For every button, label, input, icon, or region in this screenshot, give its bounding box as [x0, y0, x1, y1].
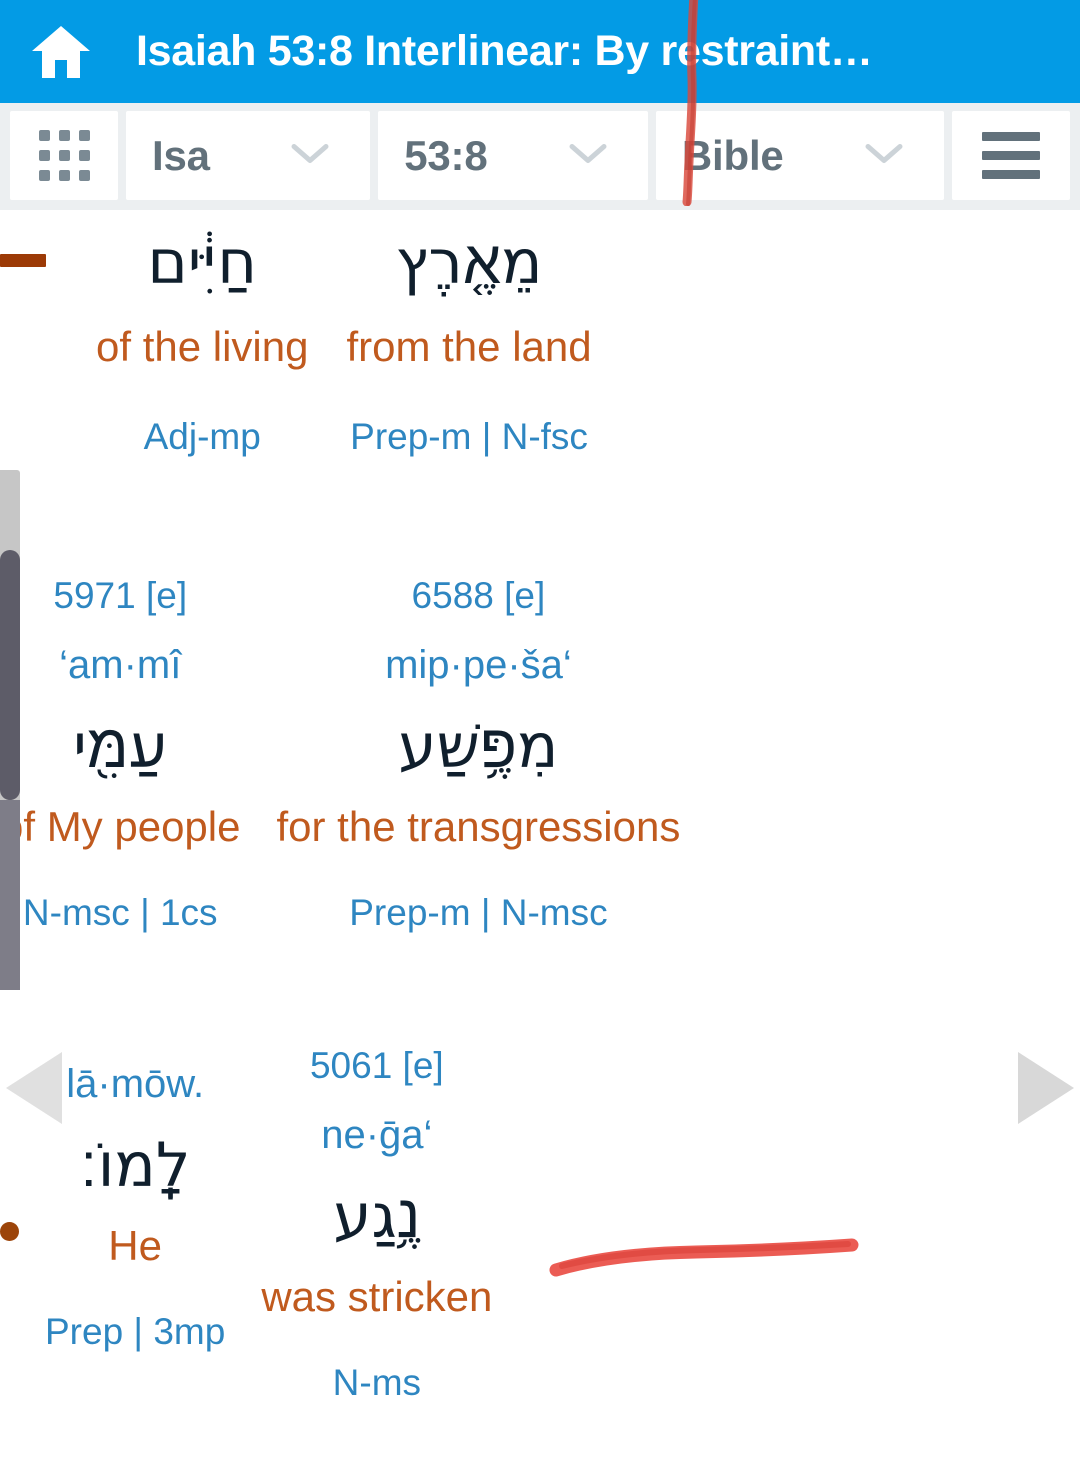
english-gloss: from the land [346, 323, 592, 371]
verse-selector[interactable]: 53:8 [378, 111, 648, 200]
strongs-number[interactable]: 5971 [e] [53, 570, 187, 621]
parsing-code[interactable]: N-ms [333, 1357, 421, 1408]
hebrew-word[interactable]: נֶ֥גַע [333, 1178, 420, 1256]
english-gloss: of My people [0, 802, 241, 850]
english-gloss: was stricken [261, 1272, 493, 1320]
triangle-left-icon [4, 1052, 70, 1134]
interlinear-app: Isaiah 53:8 Interlinear: By restraint… I… [0, 0, 1080, 1484]
hebrew-word[interactable]: עַמִּ֖י [73, 708, 167, 786]
next-verse-button[interactable] [1010, 1046, 1076, 1135]
hamburger-icon [982, 132, 1041, 179]
transliteration: mip·pe·ša‘ [385, 643, 572, 688]
parsing-code[interactable]: Adj-mp [144, 411, 261, 462]
book-selector-value: Isa [152, 131, 210, 179]
vertical-scrollbar[interactable] [0, 470, 20, 990]
interlinear-row: 6588 [e] mip·pe·ša‘ מִפֶּ֥שַׁע for the t… [0, 570, 1080, 938]
interlinear-row: 5061 [e] ne·ḡa‘ נֶ֥גַע was stricken N-ms… [0, 1040, 1080, 1408]
interlinear-row: מֵאֶ֤רֶץ from the land Prep-m | N-fsc חַ… [0, 224, 1080, 462]
previous-verse-button[interactable] [4, 1046, 70, 1135]
maqqef-dash-icon [0, 254, 46, 267]
toolbar: Isa 53:8 Bible [0, 103, 1080, 210]
parsing-code[interactable]: Prep | 3mp [45, 1306, 225, 1357]
maqqef-separator [0, 224, 46, 267]
strongs-number[interactable]: 5061 [e] [310, 1040, 444, 1091]
english-gloss: of the living [96, 323, 309, 371]
hebrew-word[interactable]: מִפֶּ֥שַׁע [398, 708, 558, 786]
title-bar: Isaiah 53:8 Interlinear: By restraint… [0, 0, 1080, 103]
transliteration: lā·mōw. [66, 1062, 205, 1106]
sof-pasuq-dot-icon [0, 1222, 19, 1241]
hebrew-word[interactable]: חַיִּ֔ים [147, 224, 257, 302]
parsing-code[interactable]: Prep-m | N-msc [349, 887, 607, 938]
interlinear-word[interactable]: 6588 [e] mip·pe·ša‘ מִפֶּ֥שַׁע for the t… [276, 570, 680, 938]
hebrew-word[interactable]: לָֽמוֹ׃ [80, 1127, 191, 1205]
book-selector[interactable]: Isa [126, 111, 371, 200]
scrollbar-track-lower[interactable] [0, 800, 20, 990]
english-gloss: for the transgressions [276, 802, 681, 850]
interlinear-word[interactable]: 5061 [e] ne·ḡa‘ נֶ֥גַע was stricken N-ms [261, 1040, 492, 1408]
resource-selector[interactable]: Bible [655, 111, 945, 200]
page-title: Isaiah 53:8 Interlinear: By restraint… [136, 27, 873, 75]
interlinear-word[interactable]: 5971 [e] ‘am·mî עַמִּ֖י of My people N-m… [0, 570, 240, 938]
verse-selector-value: 53:8 [404, 131, 488, 179]
english-gloss: He [108, 1221, 162, 1269]
chevron-down-icon [864, 141, 904, 170]
chevron-down-icon [568, 141, 608, 170]
chevron-down-icon [290, 141, 330, 170]
grid-dots-icon [38, 130, 90, 181]
triangle-right-icon [1010, 1052, 1076, 1134]
interlinear-word[interactable]: מֵאֶ֤רֶץ from the land Prep-m | N-fsc [346, 224, 591, 462]
interlinear-word[interactable]: חַיִּ֔ים of the living Adj-mp [96, 224, 308, 462]
scrollbar-thumb[interactable] [0, 550, 20, 800]
strongs-number[interactable]: 6588 [e] [412, 570, 546, 621]
home-icon[interactable] [30, 24, 92, 80]
menu-button[interactable] [952, 111, 1071, 200]
transliteration: ne·ḡa‘ [321, 1113, 433, 1158]
parsing-code[interactable]: Prep-m | N-fsc [350, 411, 588, 462]
interlinear-word[interactable]: lā·mōw. לָֽמוֹ׃ He Prep | 3mp [45, 1040, 225, 1357]
interlinear-content: מֵאֶ֤רֶץ from the land Prep-m | N-fsc חַ… [0, 210, 1080, 1484]
parsing-code[interactable]: N-msc | 1cs [23, 887, 218, 938]
apps-grid-button[interactable] [10, 111, 118, 200]
transliteration: ‘am·mî [59, 643, 182, 688]
hebrew-word[interactable]: מֵאֶ֤רֶץ [395, 224, 542, 302]
resource-selector-value: Bible [681, 131, 784, 179]
